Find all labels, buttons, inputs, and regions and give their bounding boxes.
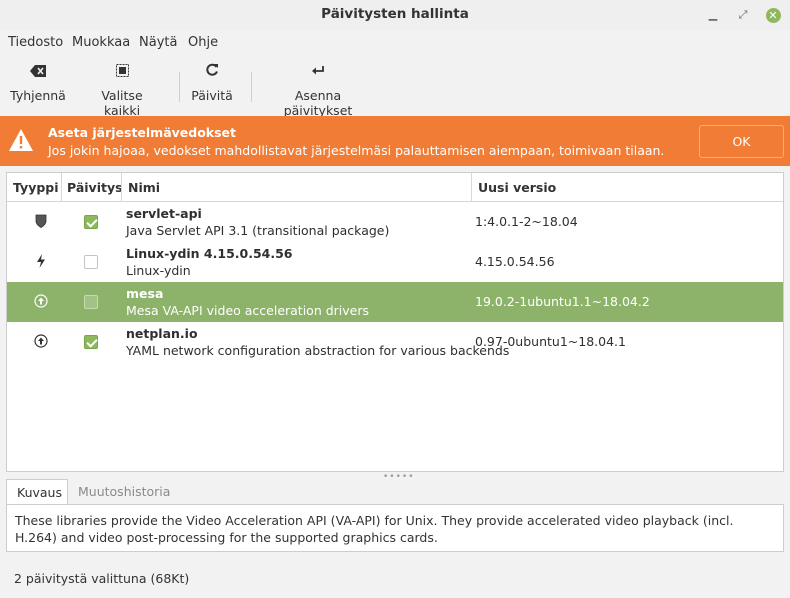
details-tabs: Kuvaus Muutoshistoria (6, 479, 784, 505)
toolbar-separator (179, 72, 180, 102)
warning-icon (8, 128, 34, 152)
list-header: Tyyppi Päivitys Nimi Uusi versio (7, 173, 783, 202)
tab-changelog[interactable]: Muutoshistoria (68, 479, 180, 505)
package-description: Linux-ydin (126, 263, 191, 278)
update-checkbox[interactable] (84, 335, 98, 349)
update-row[interactable]: servlet-api Java Servlet API 3.1 (transi… (7, 202, 783, 242)
update-checkbox[interactable] (84, 255, 98, 269)
update-row[interactable]: netplan.io YAML network configuration ab… (7, 322, 783, 362)
minimize-button[interactable]: ▁ (703, 5, 723, 25)
updates-list: Tyyppi Päivitys Nimi Uusi versio servlet… (6, 172, 784, 472)
toolbar: Tyhjennä Valitse kaikki Päivitä Asenna p… (0, 56, 790, 118)
column-update[interactable]: Päivitys (67, 180, 123, 195)
clear-button[interactable]: Tyhjennä (10, 62, 66, 112)
update-checkbox[interactable] (84, 295, 98, 309)
package-name: netplan.io (126, 326, 198, 341)
menu-view[interactable]: Näytä (139, 35, 177, 50)
select-all-label: Valitse kaikki (101, 88, 143, 118)
backspace-icon (10, 62, 66, 84)
menu-bar: Tiedosto Muokkaa Näytä Ohje (0, 30, 790, 55)
select-all-icon (84, 62, 160, 84)
enter-arrow-icon (264, 62, 372, 84)
package-version: 19.0.2-1ubuntu1.1~18.04.2 (475, 294, 650, 309)
infobar-heading: Aseta järjestelmävedokset (48, 125, 237, 140)
column-divider (121, 173, 122, 202)
maximize-icon: ⤢ (738, 8, 748, 21)
column-version[interactable]: Uusi versio (478, 180, 556, 195)
infobar-text: Jos jokin hajoaa, vedokset mahdollistava… (48, 143, 665, 158)
lightning-icon (33, 254, 49, 270)
update-row-selected[interactable]: mesa Mesa VA-API video acceleration driv… (7, 282, 783, 322)
menu-file[interactable]: Tiedosto (8, 35, 63, 50)
update-checkbox[interactable] (84, 215, 98, 229)
minimize-icon: ▁ (708, 8, 718, 21)
maximize-button[interactable]: ⤢ (733, 5, 753, 25)
update-row[interactable]: Linux-ydin 4.15.0.54.56 Linux-ydin 4.15.… (7, 242, 783, 282)
close-button[interactable]: ✕ (763, 5, 783, 25)
infobar-ok-button[interactable]: OK (699, 125, 784, 158)
toolbar-separator (251, 72, 252, 102)
package-name: Linux-ydin 4.15.0.54.56 (126, 246, 293, 261)
package-name: mesa (126, 286, 164, 301)
refresh-icon (190, 62, 234, 84)
package-version: 4.15.0.54.56 (475, 254, 555, 269)
clear-label: Tyhjennä (10, 88, 66, 103)
package-name: servlet-api (126, 206, 202, 221)
tab-description[interactable]: Kuvaus (6, 479, 68, 505)
column-type[interactable]: Tyyppi (13, 180, 59, 195)
column-divider (61, 173, 62, 202)
install-updates-button[interactable]: Asenna päivitykset (264, 62, 372, 118)
shield-icon (33, 214, 49, 230)
select-all-button[interactable]: Valitse kaikki (84, 62, 160, 118)
window-title: Päivitysten hallinta (321, 6, 469, 22)
menu-edit[interactable]: Muokkaa (72, 35, 130, 50)
package-description: Java Servlet API 3.1 (transitional packa… (126, 223, 390, 238)
package-description: Mesa VA-API video acceleration drivers (126, 303, 370, 318)
package-version: 1:4.0.1-2~18.04 (475, 214, 578, 229)
close-icon: ✕ (765, 7, 781, 23)
install-label: Asenna päivitykset (283, 88, 353, 118)
menu-help[interactable]: Ohje (188, 35, 218, 50)
description-panel: These libraries provide the Video Accele… (6, 504, 784, 552)
title-bar: Päivitysten hallinta ▁ ⤢ ✕ (0, 0, 790, 30)
column-name[interactable]: Nimi (128, 180, 160, 195)
upgrade-arrow-icon (33, 294, 49, 310)
package-version: 0.97-0ubuntu1~18.04.1 (475, 334, 626, 349)
status-text: 2 päivitystä valittuna (68Kt) (14, 571, 190, 586)
package-description: YAML network configuration abstraction f… (126, 343, 510, 358)
upgrade-arrow-icon (33, 334, 49, 350)
snapshot-infobar: Aseta järjestelmävedokset Jos jokin hajo… (0, 116, 790, 166)
refresh-label: Päivitä (191, 88, 233, 103)
column-divider (471, 173, 472, 202)
refresh-button[interactable]: Päivitä (190, 62, 234, 112)
